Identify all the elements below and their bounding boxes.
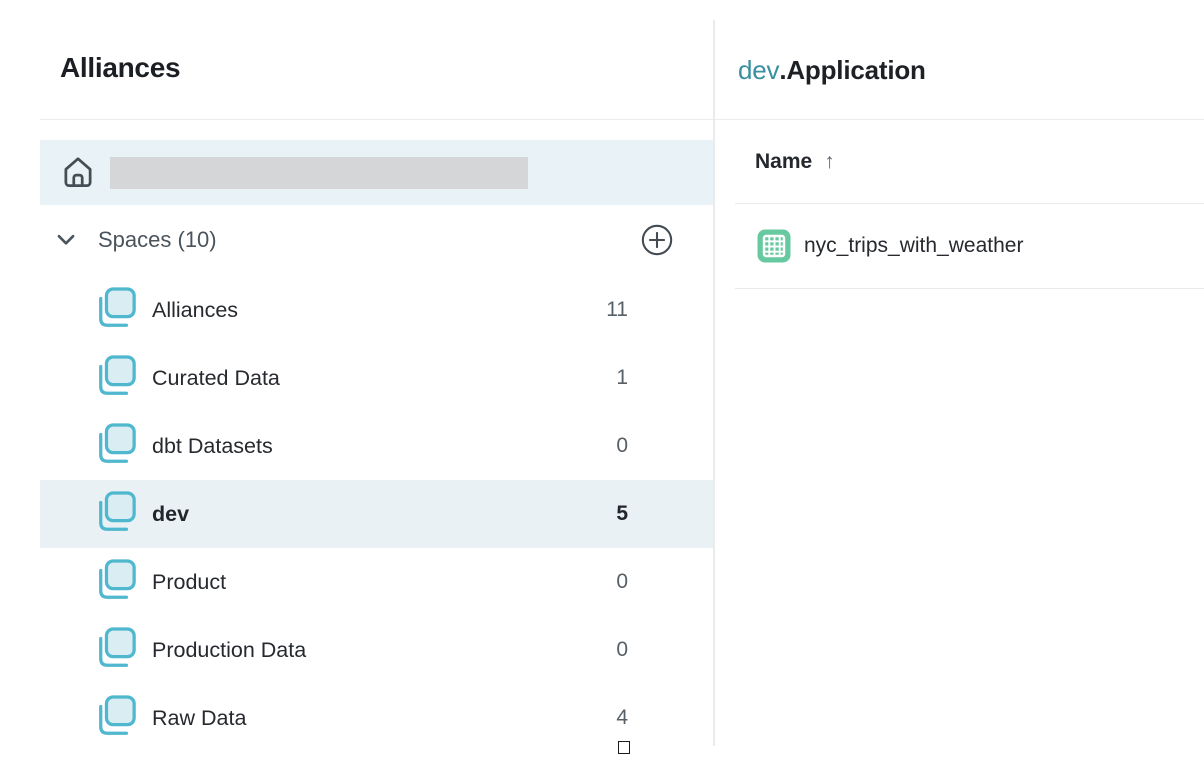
- dataset-name: nyc_trips_with_weather: [804, 234, 1023, 258]
- cursor-artifact-square: [618, 741, 630, 754]
- space-icon: [95, 626, 137, 674]
- space-count: 0: [616, 638, 628, 662]
- space-icon: [95, 558, 137, 606]
- table-row[interactable]: nyc_trips_with_weather: [735, 204, 1204, 288]
- add-space-button[interactable]: [640, 223, 674, 257]
- space-name: Product: [152, 570, 226, 595]
- spaces-section-header[interactable]: Spaces (10): [40, 214, 713, 266]
- table-divider: [735, 288, 1204, 289]
- spaces-section-label: Spaces (10): [98, 227, 217, 253]
- redacted-breadcrumb-bar: [110, 157, 528, 189]
- space-name: Production Data: [152, 638, 306, 663]
- space-icon: [95, 354, 137, 402]
- breadcrumb-entity: Application: [786, 55, 925, 85]
- dataset-table-icon: [757, 229, 791, 263]
- space-count: 11: [606, 298, 628, 322]
- space-count: 1: [616, 366, 628, 390]
- space-name: dev: [152, 502, 189, 527]
- chevron-down-icon[interactable]: [54, 228, 78, 252]
- space-name: Alliances: [152, 298, 238, 323]
- space-icon: [95, 694, 137, 742]
- panel-divider: [713, 20, 715, 746]
- breadcrumb: dev.Application: [738, 55, 926, 86]
- space-icon: [95, 286, 137, 334]
- column-label: Name: [755, 150, 812, 174]
- space-name: Curated Data: [152, 366, 280, 391]
- space-name: dbt Datasets: [152, 434, 273, 459]
- sidebar-item-dbt-datasets[interactable]: dbt Datasets 0: [40, 412, 713, 480]
- sidebar-title: Alliances: [60, 52, 180, 84]
- space-name: Raw Data: [152, 706, 246, 731]
- sidebar-item-product[interactable]: Product 0: [40, 548, 713, 616]
- table-column-header-name[interactable]: Name ↑: [755, 150, 835, 174]
- sidebar-header-divider: [40, 119, 713, 120]
- content-header-divider: [715, 119, 1204, 120]
- space-count: 0: [616, 434, 628, 458]
- plus-circle-icon: [640, 223, 674, 257]
- home-icon: [59, 154, 97, 192]
- sidebar-item-production-data[interactable]: Production Data 0: [40, 616, 713, 684]
- sort-ascending-icon[interactable]: ↑: [824, 150, 835, 174]
- space-count: 4: [616, 706, 628, 730]
- sidebar-item-alliances[interactable]: Alliances 11: [40, 276, 713, 344]
- breadcrumb-space-link[interactable]: dev: [738, 55, 779, 85]
- space-count: 5: [616, 502, 628, 526]
- space-icon: [95, 490, 137, 538]
- home-row[interactable]: [40, 140, 713, 205]
- space-count: 0: [616, 570, 628, 594]
- sidebar-item-raw-data[interactable]: Raw Data 4: [40, 684, 713, 752]
- sidebar-item-curated-data[interactable]: Curated Data 1: [40, 344, 713, 412]
- app-window: Alliances Spaces (10): [0, 0, 1204, 770]
- sidebar-item-dev[interactable]: dev 5: [40, 480, 713, 548]
- spaces-list: Alliances 11 Curated Data 1: [0, 276, 713, 752]
- space-icon: [95, 422, 137, 470]
